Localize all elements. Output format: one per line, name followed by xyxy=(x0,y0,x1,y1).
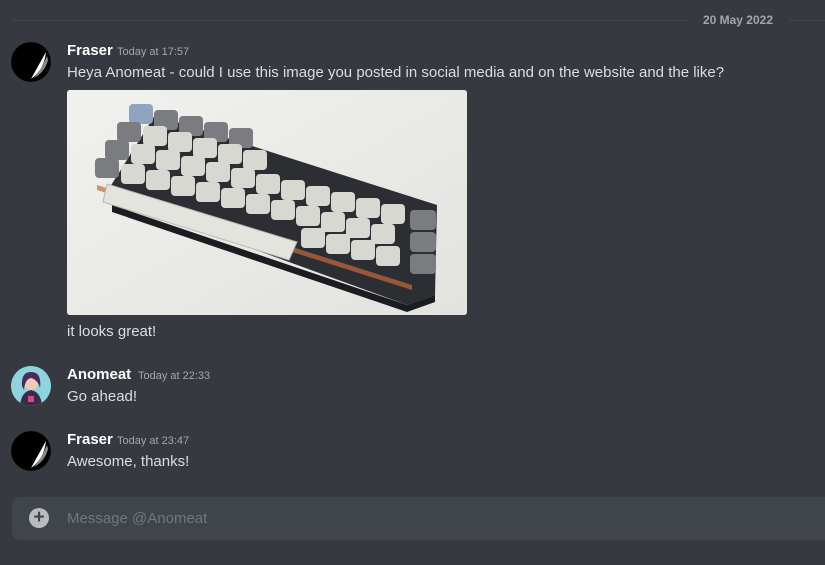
message-text: Heya Anomeat - could I use this image yo… xyxy=(67,64,725,81)
crescent-moon-avatar-icon xyxy=(11,431,51,471)
plus-circle-icon[interactable]: + xyxy=(29,508,49,528)
message-author[interactable]: Fraser xyxy=(67,42,113,60)
keyboard-photo xyxy=(67,90,467,315)
avatar[interactable] xyxy=(11,366,51,406)
image-attachment[interactable] xyxy=(67,90,467,315)
illustrated-character-avatar-icon xyxy=(11,366,51,406)
message-text: Go ahead! xyxy=(67,388,138,405)
message-text: Awesome, thanks! xyxy=(67,453,190,470)
avatar[interactable] xyxy=(11,431,51,471)
message-author[interactable]: Anomeat xyxy=(67,366,131,384)
message-timestamp: Today at 23:47 xyxy=(117,435,190,447)
message-text: it looks great! xyxy=(67,323,157,340)
avatar[interactable] xyxy=(11,42,51,82)
date-divider-label: 20 May 2022 xyxy=(686,13,789,27)
message-timestamp: Today at 22:33 xyxy=(138,370,211,382)
message-input[interactable]: Message @Anomeat xyxy=(67,509,207,529)
message-timestamp: Today at 17:57 xyxy=(117,46,190,58)
message-author[interactable]: Fraser xyxy=(67,431,113,449)
message-composer[interactable]: + Message @Anomeat xyxy=(12,497,825,540)
crescent-moon-avatar-icon xyxy=(11,42,51,82)
